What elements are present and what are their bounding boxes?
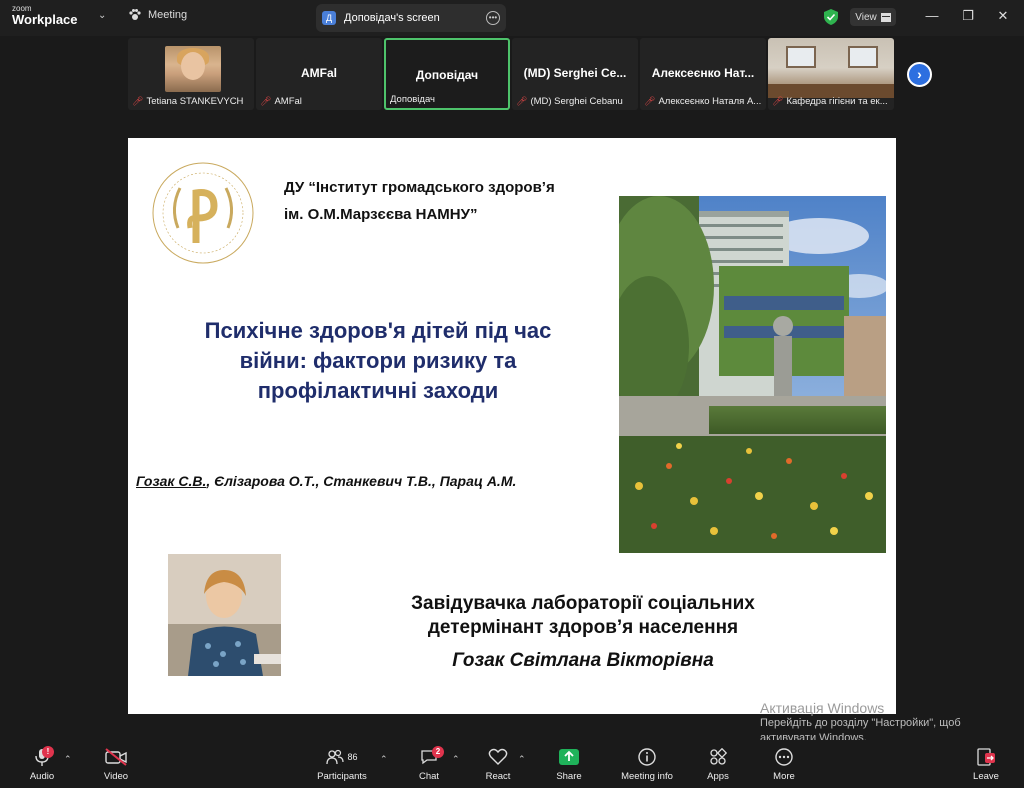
share-screen-icon xyxy=(559,749,579,765)
institute-building-photo xyxy=(619,196,886,553)
leave-icon xyxy=(977,748,995,766)
chevron-down-icon[interactable]: ⌄ xyxy=(98,10,106,21)
audio-button[interactable]: Audio ! xyxy=(22,746,62,782)
apps-icon xyxy=(710,748,727,765)
chat-unread-badge: 2 xyxy=(432,746,444,758)
participant-display-name: Алексеєнко Нат... xyxy=(651,66,755,80)
meeting-info-button[interactable]: Meeting info xyxy=(618,746,676,782)
participant-strip: 🎤︎ Tetiana STANKEVYCH AMFal 🎤︎ AMFal Допов… xyxy=(0,36,1024,116)
react-options-caret[interactable]: ⌃ xyxy=(518,754,526,765)
participants-options-caret[interactable]: ⌃ xyxy=(380,754,388,765)
apps-label: Apps xyxy=(707,771,729,782)
meeting-button[interactable]: Meeting xyxy=(128,8,187,22)
participant-tile[interactable]: 🎤︎ Tetiana STANKEVYCH xyxy=(128,38,254,110)
institute-name: ДУ “Інститут громадського здоров’я ім. О… xyxy=(284,179,555,223)
institute-seal-logo xyxy=(152,162,254,264)
leave-label: Leave xyxy=(973,771,999,782)
participants-label: Participants xyxy=(317,771,367,782)
participant-name-tag: Доповідач xyxy=(390,94,435,105)
view-button[interactable]: View xyxy=(850,8,896,26)
shared-screen-pill[interactable]: Д Доповідач's screen ••• xyxy=(316,4,506,32)
heart-icon xyxy=(488,748,508,765)
video-button[interactable]: Video xyxy=(96,746,136,782)
close-icon[interactable]: ✕ xyxy=(993,8,1013,24)
shield-icon[interactable] xyxy=(824,9,838,25)
view-label: View xyxy=(855,11,877,23)
title-bar: zoom Workplace ⌄ Meeting Д Доповідач's s… xyxy=(0,0,1024,36)
mic-muted-icon: 🎤︎ xyxy=(132,96,144,106)
sharer-badge: Д xyxy=(322,11,336,25)
chat-label: Chat xyxy=(418,771,440,782)
leave-button[interactable]: Leave xyxy=(970,746,1002,782)
presenter-portrait-photo xyxy=(168,554,281,676)
lead-author: Гозак С.В. xyxy=(136,473,207,489)
presenter-name: Гозак Світлана Вікторівна xyxy=(452,650,714,671)
participant-name-tag: 🎤︎ AMFal xyxy=(260,96,302,107)
more-options-icon[interactable]: ••• xyxy=(486,11,500,25)
watermark-heading: Активація Windows xyxy=(760,700,885,716)
co-authors: , Єлізарова О.Т., Станкевич Т.В., Парац … xyxy=(206,473,517,489)
video-label: Video xyxy=(103,771,129,782)
presenter-position: Завідувачка лабораторії соціальних детер… xyxy=(411,593,755,638)
restore-icon[interactable]: ❐ xyxy=(958,8,978,24)
shared-screen-title: Доповідач's screen xyxy=(344,12,440,24)
zoom-window: zoom Workplace ⌄ Meeting Д Доповідач's s… xyxy=(0,0,1024,788)
participant-tile[interactable]: Алексеєнко Нат... 🎤︎ Алексеєнко Наталя А.… xyxy=(640,38,766,110)
participant-tile[interactable]: AMFal 🎤︎ AMFal xyxy=(256,38,382,110)
mic-muted-icon: 🎤︎ xyxy=(260,96,272,106)
participants-icon xyxy=(326,749,345,765)
participant-tile[interactable]: 🎤︎ Кафедра гігієни та ек... xyxy=(768,38,894,110)
participants-count: 86 xyxy=(347,752,358,762)
audio-options-caret[interactable]: ⌃ xyxy=(64,754,72,765)
participant-display-name: (MD) Serghei Ce... xyxy=(523,66,627,80)
participant-tile-active[interactable]: Доповідач Доповідач xyxy=(384,38,510,110)
participant-video xyxy=(768,38,894,98)
zoom-logo[interactable]: zoom Workplace xyxy=(12,5,78,27)
slide-authors: Гозак С.В., Єлізарова О.Т., Станкевич Т.… xyxy=(136,473,516,489)
mic-muted-icon: 🎤︎ xyxy=(772,96,784,106)
participants-button[interactable]: 86 Participants xyxy=(314,746,370,782)
meeting-label: Meeting xyxy=(148,9,188,21)
minimize-icon[interactable]: — xyxy=(922,8,942,23)
participant-name-tag: 🎤︎ Tetiana STANKEVYCH xyxy=(132,96,244,107)
participant-video xyxy=(165,46,221,92)
info-icon xyxy=(638,748,656,766)
audio-label: Audio xyxy=(29,771,55,782)
participant-name-tag: 🎤︎ Кафедра гігієни та ек... xyxy=(772,96,888,107)
apps-button[interactable]: Apps xyxy=(702,746,734,782)
meeting-info-label: Meeting info xyxy=(621,771,673,782)
meeting-toolbar: Audio ! ⌃ Video 86 Participants ⌃ Chat 2… xyxy=(0,740,1024,788)
participant-name-tag: 🎤︎ (MD) Serghei Cebanu xyxy=(516,96,623,107)
watermark-line1: Перейдіть до розділу "Настройки", щоб xyxy=(760,717,961,729)
chat-options-caret[interactable]: ⌃ xyxy=(452,754,460,765)
participant-name-tag: 🎤︎ Алексеєнко Наталя А... xyxy=(644,96,762,107)
audio-alert-badge: ! xyxy=(42,746,54,758)
video-off-icon xyxy=(105,748,127,766)
react-label: React xyxy=(485,771,511,782)
shared-slide: ДУ “Інститут громадського здоров’я ім. О… xyxy=(128,138,896,714)
more-button[interactable]: More xyxy=(768,746,800,782)
chat-button[interactable]: Chat 2 xyxy=(412,746,446,782)
react-button[interactable]: React xyxy=(480,746,516,782)
participant-display-name: AMFal xyxy=(301,66,337,80)
more-icon xyxy=(775,748,793,766)
logo-workplace-text: Workplace xyxy=(12,12,78,27)
participant-tile[interactable]: (MD) Serghei Ce... 🎤︎ (MD) Serghei Cebanu xyxy=(512,38,638,110)
slide-title: Психічне здоров'я дітей під час війни: ф… xyxy=(204,318,552,403)
share-button[interactable]: Share xyxy=(551,746,587,782)
mic-muted-icon: 🎤︎ xyxy=(644,96,656,106)
share-label: Share xyxy=(556,771,582,782)
more-label: More xyxy=(773,771,795,782)
grid-icon xyxy=(880,12,891,22)
participant-display-name: Доповідач xyxy=(415,68,479,82)
mic-muted-icon: 🎤︎ xyxy=(516,96,528,106)
paw-icon xyxy=(129,9,141,20)
next-page-button[interactable]: › xyxy=(907,62,932,87)
chevron-right-icon: › xyxy=(917,66,922,82)
